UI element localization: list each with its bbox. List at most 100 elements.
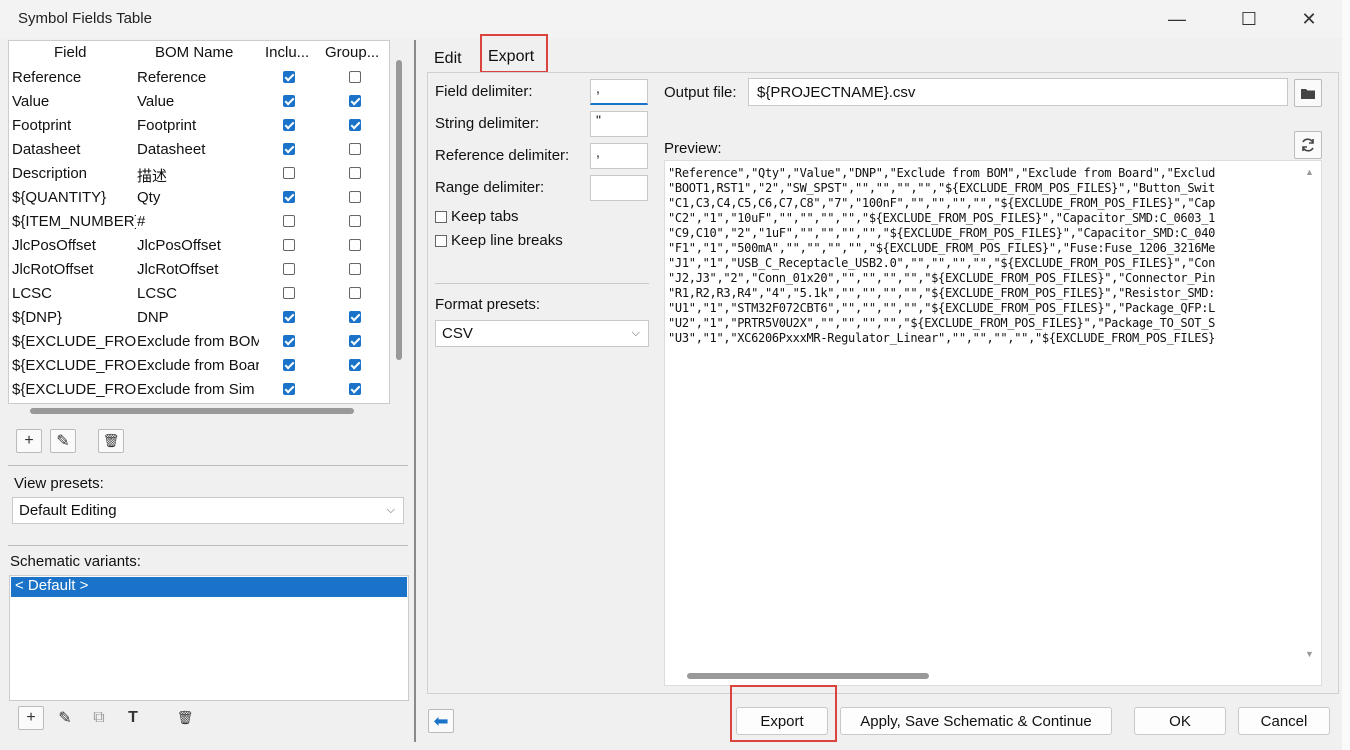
bom-name-cell[interactable]: Exclude from Board	[137, 357, 259, 374]
group-checkbox[interactable]	[349, 335, 361, 347]
header-bom-name[interactable]: BOM Name	[155, 44, 233, 61]
group-checkbox[interactable]	[349, 383, 361, 395]
schematic-variants-list[interactable]: < Default >	[9, 575, 409, 701]
rename-variant-button[interactable]: T	[120, 706, 146, 730]
header-group[interactable]: Group...	[325, 44, 379, 61]
field-name-cell[interactable]: Description	[12, 165, 136, 182]
preview-horizontal-scrollbar[interactable]	[687, 673, 929, 679]
field-name-cell[interactable]: JlcPosOffset	[12, 237, 136, 254]
group-checkbox[interactable]	[349, 263, 361, 275]
include-checkbox[interactable]	[283, 71, 295, 83]
field-name-cell[interactable]: ${EXCLUDE_FROM_BOARD}	[12, 357, 136, 374]
pane-splitter[interactable]	[414, 40, 416, 742]
table-vertical-scrollbar[interactable]	[396, 60, 402, 360]
table-row[interactable]: ${EXCLUDE_FROM_SIM}Exclude from Sim	[9, 377, 389, 401]
delete-variant-button[interactable]: 🗑	[172, 706, 198, 730]
group-checkbox[interactable]	[349, 287, 361, 299]
bom-name-cell[interactable]: LCSC	[137, 285, 259, 302]
include-checkbox[interactable]	[283, 119, 295, 131]
table-row[interactable]: LCSC LCSC	[9, 281, 389, 305]
bom-name-cell[interactable]: Datasheet	[137, 141, 259, 158]
include-checkbox[interactable]	[283, 143, 295, 155]
bom-name-cell[interactable]: Footprint	[137, 117, 259, 134]
table-row[interactable]: Datasheet Datasheet	[9, 137, 389, 161]
field-name-cell[interactable]: ${EXCLUDE_FROM_SIM}	[12, 381, 136, 398]
table-row[interactable]: Value Value	[9, 89, 389, 113]
field-name-cell[interactable]: LCSC	[12, 285, 136, 302]
table-row[interactable]: Description 描述	[9, 161, 389, 185]
field-name-cell[interactable]: ${ITEM_NUMBER}	[12, 213, 136, 230]
bom-name-cell[interactable]: JlcRotOffset	[137, 261, 259, 278]
format-presets-dropdown[interactable]: CSV ⌵	[435, 320, 649, 347]
field-name-cell[interactable]: Footprint	[12, 117, 136, 134]
bom-name-cell[interactable]: Qty	[137, 189, 259, 206]
bom-name-cell[interactable]: 描述	[137, 165, 259, 186]
apply-save-continue-button[interactable]: Apply, Save Schematic & Continue	[840, 707, 1112, 735]
scroll-down-arrow[interactable]: ▼	[1305, 649, 1314, 659]
table-row[interactable]: ${QUANTITY} Qty	[9, 185, 389, 209]
edit-field-button[interactable]: ✎	[50, 429, 76, 453]
keep-line-breaks-checkbox[interactable]: Keep line breaks	[435, 232, 563, 249]
bom-name-cell[interactable]: Value	[137, 93, 259, 110]
close-button[interactable]: ✕	[1286, 0, 1332, 38]
group-checkbox[interactable]	[349, 143, 361, 155]
include-checkbox[interactable]	[283, 167, 295, 179]
group-checkbox[interactable]	[349, 239, 361, 251]
refresh-preview-button[interactable]	[1294, 131, 1322, 159]
string-delimiter-input[interactable]: "	[590, 111, 648, 137]
copy-variant-button[interactable]: ⧉	[86, 706, 112, 730]
reference-delimiter-input[interactable]: ,	[590, 143, 648, 169]
field-name-cell[interactable]: Reference	[12, 69, 136, 86]
field-name-cell[interactable]: ${DNP}	[12, 309, 136, 326]
field-name-cell[interactable]: ${QUANTITY}	[12, 189, 136, 206]
delete-field-button[interactable]: 🗑	[98, 429, 124, 453]
bom-name-cell[interactable]: Exclude from Sim	[137, 381, 259, 398]
header-include[interactable]: Inclu...	[265, 44, 309, 61]
range-delimiter-input[interactable]	[590, 175, 648, 201]
group-checkbox[interactable]	[349, 359, 361, 371]
minimize-button[interactable]: —	[1154, 0, 1200, 38]
scroll-up-arrow[interactable]: ▲	[1305, 167, 1314, 177]
add-variant-button[interactable]: +	[18, 706, 44, 730]
group-checkbox[interactable]	[349, 215, 361, 227]
include-checkbox[interactable]	[283, 191, 295, 203]
bom-name-cell[interactable]: Reference	[137, 69, 259, 86]
browse-folder-button[interactable]	[1294, 79, 1322, 107]
group-checkbox[interactable]	[349, 311, 361, 323]
field-name-cell[interactable]: Value	[12, 93, 136, 110]
add-field-button[interactable]: +	[16, 429, 42, 453]
variant-item-default[interactable]: < Default >	[11, 577, 407, 597]
output-file-input[interactable]: ${PROJECTNAME}.csv	[748, 78, 1288, 106]
group-checkbox[interactable]	[349, 95, 361, 107]
include-checkbox[interactable]	[283, 215, 295, 227]
include-checkbox[interactable]	[283, 239, 295, 251]
table-row[interactable]: ${EXCLUDE_FROM_BOM}Exclude from BOM	[9, 329, 389, 353]
edit-variant-button[interactable]: ✎	[52, 706, 78, 730]
include-checkbox[interactable]	[283, 383, 295, 395]
cancel-button[interactable]: Cancel	[1238, 707, 1330, 735]
maximize-button[interactable]: ☐	[1226, 0, 1272, 38]
table-row[interactable]: ${ITEM_NUMBER} #	[9, 209, 389, 233]
preview-text-area[interactable]: "Reference","Qty","Value","DNP","Exclude…	[664, 160, 1322, 686]
bom-name-cell[interactable]: JlcPosOffset	[137, 237, 259, 254]
field-name-cell[interactable]: JlcRotOffset	[12, 261, 136, 278]
include-checkbox[interactable]	[283, 359, 295, 371]
table-row[interactable]: JlcPosOffset JlcPosOffset	[9, 233, 389, 257]
keep-tabs-box[interactable]	[435, 210, 447, 223]
table-row[interactable]: Footprint Footprint	[9, 113, 389, 137]
table-row[interactable]: ${DNP} DNP	[9, 305, 389, 329]
field-name-cell[interactable]: ${EXCLUDE_FROM_BOM}	[12, 333, 136, 350]
field-delimiter-input[interactable]: ,	[590, 79, 648, 105]
keep-line-breaks-box[interactable]	[435, 234, 447, 247]
include-checkbox[interactable]	[283, 263, 295, 275]
bom-name-cell[interactable]: Exclude from BOM	[137, 333, 259, 350]
field-name-cell[interactable]: Datasheet	[12, 141, 136, 158]
include-checkbox[interactable]	[283, 287, 295, 299]
bom-name-cell[interactable]: #	[137, 213, 259, 230]
bom-name-cell[interactable]: DNP	[137, 309, 259, 326]
table-row[interactable]: Reference Reference	[9, 65, 389, 89]
table-row[interactable]: ${EXCLUDE_FROM_BOARD}Exclude from Board	[9, 353, 389, 377]
ok-button[interactable]: OK	[1134, 707, 1226, 735]
back-arrow-button[interactable]: ⬅	[428, 709, 454, 733]
view-presets-dropdown[interactable]: Default Editing ⌵	[12, 497, 404, 524]
